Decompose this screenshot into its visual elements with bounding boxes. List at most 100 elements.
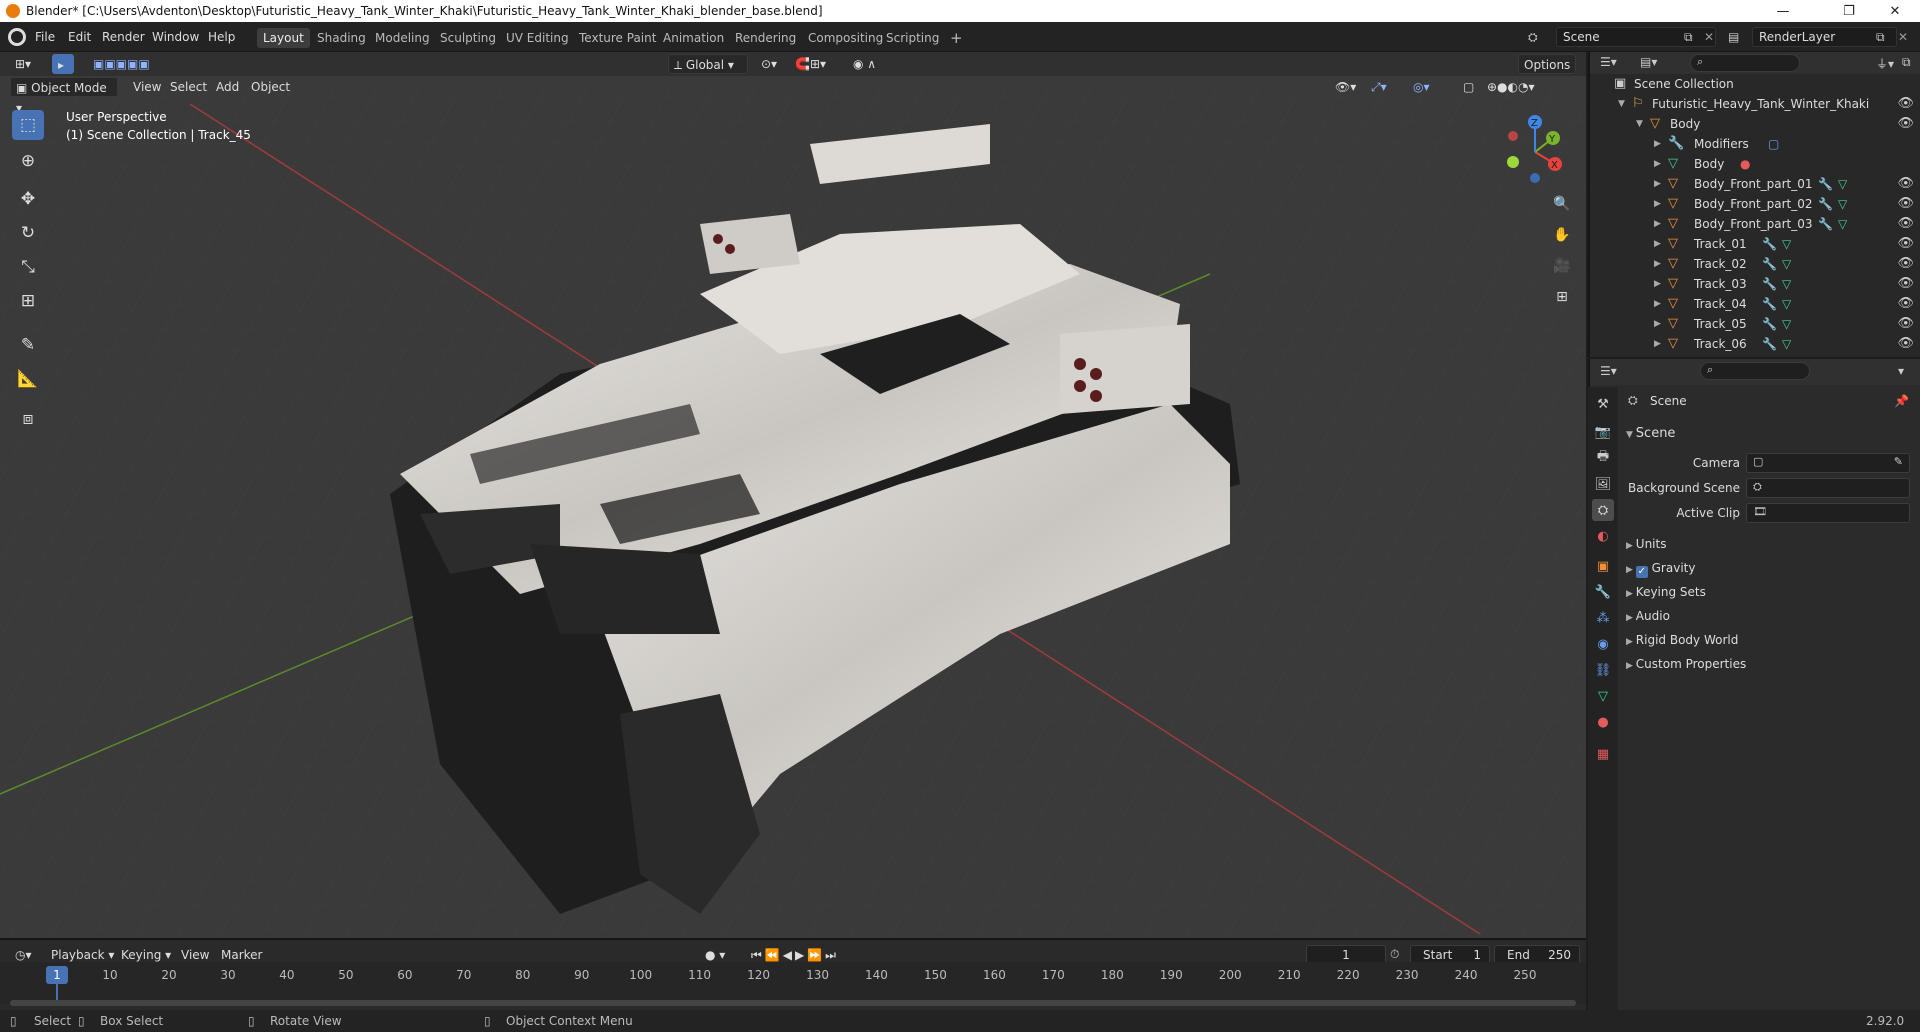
expand-arrow-icon[interactable]: ▶: [1654, 334, 1661, 354]
visibility-eye-icon[interactable]: 👁: [1897, 274, 1914, 294]
camera-field[interactable]: ▢ ✎: [1746, 453, 1910, 473]
tab-rendering[interactable]: Rendering: [729, 28, 802, 48]
properties-search-input[interactable]: ⌕: [1700, 362, 1810, 380]
expand-arrow-icon[interactable]: ▼: [1636, 114, 1643, 134]
object-tab-icon[interactable]: ▣: [1592, 555, 1614, 577]
add-workspace-button[interactable]: +: [944, 28, 969, 48]
visibility-eye-icon[interactable]: 👁: [1897, 294, 1914, 314]
move-tool-icon[interactable]: ✥: [12, 184, 44, 214]
tab-animation[interactable]: Animation: [657, 28, 730, 48]
outliner-editor-icon[interactable]: ☰▾: [1600, 55, 1617, 69]
transform-tool-icon[interactable]: ⊞: [12, 286, 44, 316]
proportional-edit-icon[interactable]: ◉ ∧: [848, 54, 881, 74]
outliner-row-body[interactable]: ▼ ▽ Body 👁: [1590, 114, 1920, 134]
tool-tab-icon[interactable]: ⚒: [1592, 393, 1614, 415]
filter-icon[interactable]: ⏚▾: [1876, 55, 1894, 72]
new-view-layer-icon[interactable]: ⧉: [1876, 30, 1885, 45]
menu-render[interactable]: Render: [97, 27, 150, 47]
texture-tab-icon[interactable]: ▦: [1592, 743, 1614, 765]
new-collection-icon[interactable]: ⧉: [1902, 55, 1911, 70]
active-clip-field[interactable]: 🎞: [1746, 503, 1910, 523]
outliner-row-collection[interactable]: ▼ ⚐ Futuristic_Heavy_Tank_Winter_Khaki 👁: [1590, 94, 1920, 114]
eyedropper-icon[interactable]: ✎: [1894, 455, 1903, 468]
outliner-row-object[interactable]: ▶ ▽ Body_Front_part_02 🔧 ▽ 👁: [1590, 194, 1920, 214]
scale-tool-icon[interactable]: ⤡: [12, 252, 44, 282]
outliner-row-object[interactable]: ▶ ▽ Track_04 🔧 ▽ 👁: [1590, 294, 1920, 314]
blender-menu-icon[interactable]: [8, 28, 26, 46]
rotate-tool-icon[interactable]: ↻: [12, 218, 44, 248]
units-panel-header[interactable]: ▶ Units: [1626, 534, 1666, 554]
visibility-eye-icon[interactable]: 👁: [1897, 194, 1914, 214]
visibility-eye-icon[interactable]: 👁: [1897, 174, 1914, 194]
constraints-tab-icon[interactable]: ⛓: [1592, 659, 1614, 681]
outliner-row-object[interactable]: ▶ ▽ Track_01 🔧 ▽ 👁: [1590, 234, 1920, 254]
material-tab-icon[interactable]: ●: [1592, 711, 1614, 733]
tab-shading[interactable]: Shading: [311, 28, 372, 48]
outliner-row-object[interactable]: ▶ ▽ Body_Front_part_01 🔧 ▽ 👁: [1590, 174, 1920, 194]
expand-arrow-icon[interactable]: ▶: [1654, 274, 1661, 294]
tab-sculpting[interactable]: Sculpting: [434, 28, 502, 48]
snap-icon[interactable]: 🧲⊞▾: [790, 54, 831, 74]
tab-modeling[interactable]: Modeling: [369, 28, 436, 48]
visibility-eye-icon[interactable]: 👁: [1897, 214, 1914, 234]
expand-arrow-icon[interactable]: ▶: [1654, 234, 1661, 254]
tab-texture-paint[interactable]: Texture Paint: [573, 28, 662, 48]
properties-editor-icon[interactable]: ☰▾: [1600, 364, 1617, 378]
audio-panel-header[interactable]: ▶ Audio: [1626, 606, 1670, 626]
expand-arrow-icon[interactable]: ▶: [1654, 174, 1661, 194]
measure-tool-icon[interactable]: 📐: [12, 364, 44, 394]
menu-window[interactable]: Window: [147, 27, 204, 47]
modifiers-tab-icon[interactable]: 🔧: [1592, 581, 1614, 603]
delete-view-layer-icon[interactable]: ✕: [1898, 30, 1908, 44]
view-layer-tab-icon[interactable]: 🖼: [1592, 473, 1614, 495]
expand-arrow-icon[interactable]: ▼: [1618, 94, 1625, 114]
scene-panel-header[interactable]: ▼ Scene: [1626, 424, 1675, 444]
cursor-tool-icon[interactable]: ⊕: [12, 146, 44, 176]
visibility-eye-icon[interactable]: 👁: [1897, 94, 1914, 114]
zoom-icon[interactable]: 🔍: [1548, 190, 1576, 218]
gravity-checkbox[interactable]: ✓: [1635, 566, 1648, 578]
particles-tab-icon[interactable]: ⁂: [1592, 607, 1614, 629]
pan-hand-icon[interactable]: ✋: [1548, 221, 1576, 249]
outliner-row-modifiers[interactable]: ▶ 🔧 Modifiers ▢: [1590, 134, 1920, 154]
navigation-gizmo[interactable]: X Y Z: [1495, 112, 1575, 192]
new-scene-icon[interactable]: ⧉: [1684, 30, 1693, 45]
keying-sets-panel-header[interactable]: ▶ Keying Sets: [1626, 582, 1706, 602]
editor-type-icon[interactable]: ⊞▾: [10, 54, 36, 74]
visibility-eye-icon[interactable]: 👁: [1897, 114, 1914, 134]
shading-modes-icons[interactable]: ⊕●◐◔▾: [1482, 77, 1540, 97]
properties-options-icon[interactable]: ▾: [1898, 364, 1904, 378]
delete-scene-icon[interactable]: ✕: [1704, 30, 1714, 44]
visibility-icon[interactable]: 👁▾: [1330, 77, 1361, 97]
scene-tab-icon[interactable]: ⛭: [1592, 499, 1614, 521]
custom-properties-panel-header[interactable]: ▶ Custom Properties: [1626, 654, 1746, 674]
outliner-row-object[interactable]: ▶ ▽ Track_06 🔧 ▽ 👁: [1590, 334, 1920, 354]
expand-arrow-icon[interactable]: ▶: [1654, 154, 1661, 174]
outliner-row-scene-collection[interactable]: ▣ Scene Collection: [1590, 74, 1920, 94]
expand-arrow-icon[interactable]: ▶: [1654, 134, 1661, 154]
menu-file[interactable]: File: [30, 27, 60, 47]
add-cube-tool-icon[interactable]: ⧈: [12, 404, 44, 434]
rigid-body-world-panel-header[interactable]: ▶ Rigid Body World: [1626, 630, 1738, 650]
transform-orientation-dropdown[interactable]: ⟂ Global ▾: [668, 54, 748, 74]
expand-arrow-icon[interactable]: ▶: [1654, 214, 1661, 234]
visibility-eye-icon[interactable]: 👁: [1897, 334, 1914, 354]
annotate-tool-icon[interactable]: ✎: [12, 330, 44, 360]
menu-view[interactable]: View: [128, 77, 166, 97]
expand-arrow-icon[interactable]: ▶: [1654, 294, 1661, 314]
3d-viewport[interactable]: [0, 74, 1586, 938]
outliner-row-object[interactable]: ▶ ▽ Track_02 🔧 ▽ 👁: [1590, 254, 1920, 274]
output-tab-icon[interactable]: 🖶: [1592, 447, 1614, 469]
expand-arrow-icon[interactable]: ▶: [1654, 194, 1661, 214]
physics-tab-icon[interactable]: ◉: [1592, 633, 1614, 655]
tab-compositing[interactable]: Compositing: [802, 28, 889, 48]
menu-object[interactable]: Object: [246, 77, 295, 97]
display-mode-icon[interactable]: ▤▾: [1640, 55, 1657, 69]
pivot-point-icon[interactable]: ⊙▾: [756, 54, 782, 74]
select-mode-icons[interactable]: ▣▣▣▣▣: [88, 54, 155, 74]
timeline-scrollbar[interactable]: [10, 1000, 1576, 1006]
ortho-grid-icon[interactable]: ⊞: [1548, 283, 1576, 311]
object-mode-dropdown[interactable]: ▣ Object Mode ▾: [10, 77, 118, 115]
close-button[interactable]: ✕: [1872, 0, 1918, 22]
menu-add[interactable]: Add: [211, 77, 244, 97]
